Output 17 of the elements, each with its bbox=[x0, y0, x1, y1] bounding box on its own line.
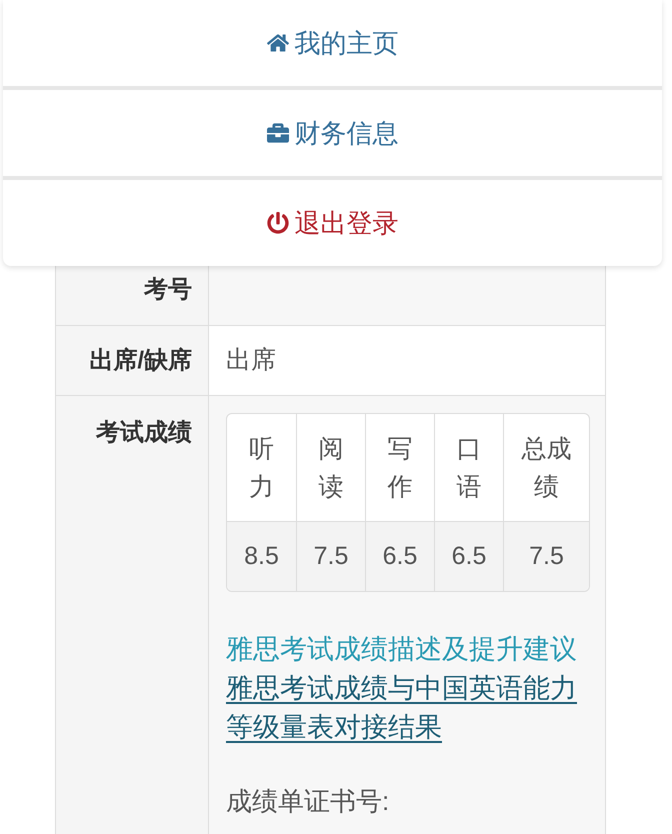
power-icon bbox=[266, 212, 288, 234]
row-label: 出席/缺席 bbox=[56, 326, 209, 395]
home-icon bbox=[266, 32, 288, 54]
briefcase-icon bbox=[266, 122, 288, 144]
certificate-label: 成绩单证书号: bbox=[226, 785, 390, 818]
score-header: 听力 bbox=[248, 434, 275, 502]
row-label: 考试成绩 bbox=[96, 418, 192, 448]
link[interactable]: 雅思考试成绩与中国英语能力等级量表对接结果 bbox=[226, 669, 590, 747]
score-value: 7.5 bbox=[503, 522, 589, 591]
menu-item[interactable]: 财务信息 bbox=[3, 90, 662, 176]
score-value: 7.5 bbox=[296, 522, 365, 591]
link[interactable]: 雅思考试成绩描述及提升建议 bbox=[226, 630, 590, 669]
score-value: 8.5 bbox=[243, 540, 280, 572]
menu-item[interactable]: 我的主页 bbox=[3, 0, 662, 86]
score-value: 6.5 bbox=[434, 522, 503, 591]
score-value: 6.5 bbox=[365, 522, 434, 591]
menu-item[interactable]: 退出登录 bbox=[3, 180, 662, 266]
